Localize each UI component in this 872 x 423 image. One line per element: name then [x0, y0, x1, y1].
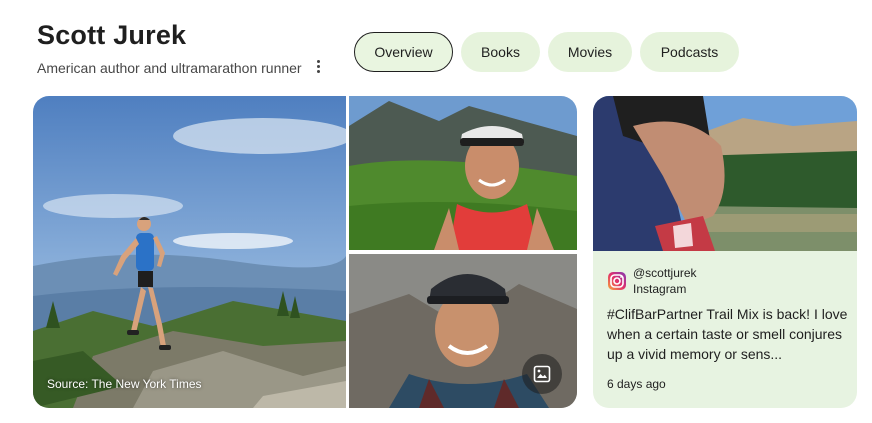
main-image[interactable]: Source: The New York Times — [33, 96, 346, 408]
instagram-icon — [608, 272, 626, 290]
post-text: #ClifBarPartner Trail Mix is back! I lov… — [607, 306, 848, 362]
portrait-image-1[interactable] — [349, 96, 577, 250]
instagram-post-card[interactable]: @scottjurek Instagram #ClifBarPartner Tr… — [593, 96, 857, 408]
tab-books[interactable]: Books — [461, 32, 540, 72]
view-images-button[interactable] — [522, 354, 562, 394]
image-gallery: Source: The New York Times — [33, 96, 577, 408]
image-source-caption: Source: The New York Times — [47, 377, 202, 391]
image-icon — [533, 365, 551, 383]
post-timestamp: 6 days ago — [607, 377, 666, 391]
post-platform: Instagram — [633, 282, 687, 296]
tab-overview[interactable]: Overview — [354, 32, 453, 72]
post-image — [593, 96, 857, 251]
portrait-image-2[interactable] — [349, 254, 577, 408]
tab-podcasts[interactable]: Podcasts — [640, 32, 739, 72]
page-title: Scott Jurek — [37, 20, 187, 50]
post-author-handle: @scottjurek — [633, 266, 697, 280]
more-options-icon[interactable] — [310, 56, 326, 76]
page-subtitle: American author and ultramarathon runner — [37, 60, 302, 76]
tab-movies[interactable]: Movies — [548, 32, 632, 72]
